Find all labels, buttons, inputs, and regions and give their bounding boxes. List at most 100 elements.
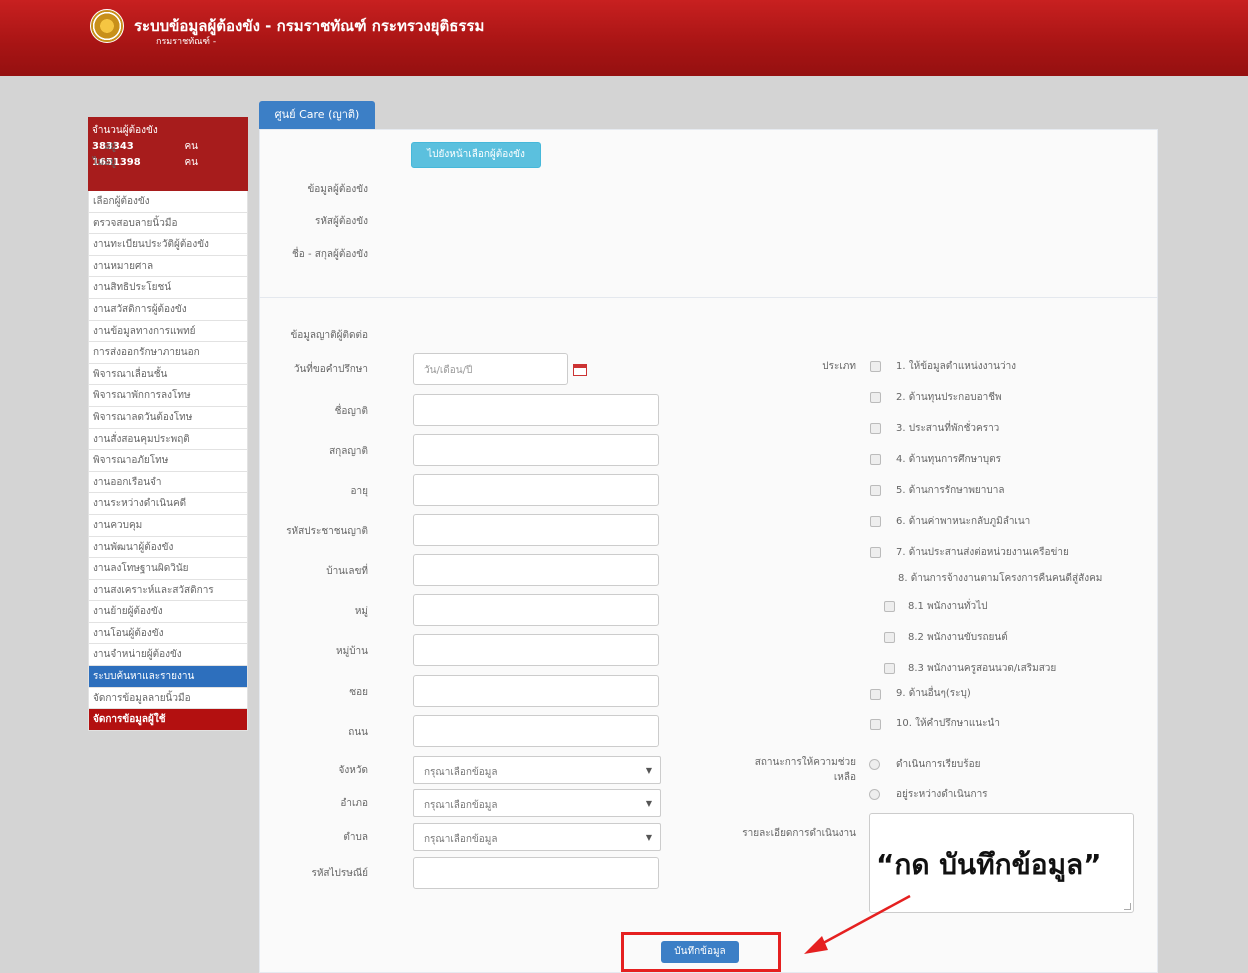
sidebar-item[interactable]: งานสั่งสอนคุมประพฤติ <box>88 428 248 451</box>
save-highlight-box <box>621 932 781 972</box>
calendar-icon[interactable] <box>573 364 587 376</box>
present-label: อยู่ <box>104 141 116 152</box>
sidebar-item[interactable]: การส่งออกรักษาภายนอก <box>88 342 248 364</box>
type-option-label: 6. ด้านค่าพาหนะกลับภูมิลำเนา <box>896 516 1031 527</box>
type-option-label: 7. ด้านประสานส่งต่อหน่วยงานเครือข่าย <box>896 547 1069 558</box>
subdistrict-select[interactable]: กรุณาเลือกข้อมูล ▼ <box>413 823 661 851</box>
chevron-down-icon: ▼ <box>645 766 652 775</box>
department-seal-icon <box>90 9 124 43</box>
field-label: ชื่อญาติ <box>334 406 368 417</box>
app-header: ระบบข้อมูลผู้ต้องขัง - กรมราชทัณฑ์ กระทร… <box>0 0 1248 76</box>
field-label: ซอย <box>349 687 368 698</box>
sidebar-item[interactable]: พิจารณาพักการลงโทษ <box>88 385 248 407</box>
inmate-stats: จำนวนผู้ต้องขัง อยู่ 383343 คน ไม่อยู่ 1… <box>88 117 248 191</box>
sub-option-label: 8.1 พนักงานทั่วไป <box>908 601 988 612</box>
sidebar-item[interactable]: งานจำหน่ายผู้ต้องขัง <box>88 644 248 667</box>
relative-field-input[interactable] <box>413 715 659 747</box>
relative-field-input[interactable] <box>413 514 659 546</box>
section-divider <box>259 297 1158 298</box>
postcode-label: รหัสไปรษณีย์ <box>311 868 368 879</box>
sidebar-item[interactable]: งานออกเรือนจำ <box>88 471 248 494</box>
type-option-checkbox[interactable] <box>870 516 881 527</box>
province-select[interactable]: กรุณาเลือกข้อมูล ▼ <box>413 756 661 784</box>
sidebar-item[interactable]: งานย้ายผู้ต้องขัง <box>88 601 248 623</box>
postcode-input[interactable] <box>413 857 659 889</box>
type-option-label: 4. ด้านทุนการศึกษาบุตร <box>896 454 1001 465</box>
sidebar-item[interactable]: จัดการข้อมูลลายนิ้วมือ <box>88 687 248 710</box>
status-done-label: ดำเนินการเรียบร้อย <box>896 759 981 770</box>
sidebar-item[interactable]: ระบบค้นหาและรายงาน <box>88 666 248 688</box>
relative-field-input[interactable] <box>413 634 659 666</box>
type-option-checkbox[interactable] <box>870 547 881 558</box>
field-label: หมู่บ้าน <box>336 646 368 657</box>
sidebar-item[interactable]: งานหมายศาล <box>88 255 248 278</box>
sub-option-checkbox[interactable] <box>884 632 895 643</box>
type-option-label: 3. ประสานที่พักชั่วคราว <box>896 423 1000 434</box>
relative-field-input[interactable] <box>413 554 659 586</box>
sidebar-item[interactable]: งานโอนผู้ต้องขัง <box>88 622 248 645</box>
status-label-line2: เหลือ <box>833 772 856 783</box>
type-option-label: 1. ให้ข้อมูลตำแหน่งงานว่าง <box>896 361 1017 372</box>
field-label: สกุลญาติ <box>329 446 368 457</box>
chevron-down-icon: ▼ <box>645 799 652 808</box>
sub-option-checkbox[interactable] <box>884 663 895 674</box>
type-option-label: 5. ด้านการรักษาพยาบาล <box>896 485 1005 496</box>
field-label: รหัสประชาชนญาติ <box>286 526 368 537</box>
relative-field-input[interactable] <box>413 594 659 626</box>
resize-grip-icon[interactable] <box>1124 903 1131 910</box>
inmate-id-label: รหัสผู้ต้องขัง <box>314 216 368 227</box>
sidebar-item[interactable]: พิจารณาอภัยโทษ <box>88 450 248 472</box>
relative-field-input[interactable] <box>413 394 659 426</box>
district-label: อำเภอ <box>340 798 368 809</box>
sidebar-menu: เลือกผู้ต้องขัง ตรวจสอบลายนิ้วมือ งานทะเบี… <box>88 191 248 731</box>
status-done-radio[interactable] <box>869 759 880 770</box>
sidebar-item[interactable]: งานพัฒนาผู้ต้องขัง <box>88 536 248 559</box>
tab-care-relatives[interactable]: ศูนย์ Care (ญาติ) <box>259 101 375 129</box>
annotation-arrow-icon <box>804 894 911 954</box>
stats-title: จำนวนผู้ต้องขัง <box>92 125 158 136</box>
sidebar-item[interactable]: งานสงเคราะห์และสวัสดิการ <box>88 579 248 602</box>
sub-option-checkbox[interactable] <box>884 601 895 612</box>
goto-select-inmate-button[interactable]: ไปยังหน้าเลือกผู้ต้องขัง <box>411 142 541 168</box>
sub-option-label: 8.3 พนักงานครูสอนนวด/เสริมสวย <box>908 663 1057 674</box>
type-label: ประเภท <box>822 361 856 372</box>
type-option-checkbox[interactable] <box>870 361 881 372</box>
sidebar-item[interactable]: ตรวจสอบลายนิ้วมือ <box>88 212 248 235</box>
sub-option-label: 8.2 พนักงานขับรถยนต์ <box>908 632 1008 643</box>
type-option-checkbox[interactable] <box>870 485 881 496</box>
sidebar-item[interactable]: งานลงโทษฐานผิดวินัย <box>88 558 248 580</box>
type-option-checkbox[interactable] <box>870 392 881 403</box>
type-option-label: 2. ด้านทุนประกอบอาชีพ <box>896 392 1002 403</box>
sidebar-item[interactable]: งานข้อมูลทางการแพทย์ <box>88 320 248 343</box>
option-10-checkbox[interactable] <box>870 719 881 730</box>
sidebar-item[interactable]: งานสิทธิประโยชน์ <box>88 277 248 299</box>
sidebar-item[interactable]: งานสวัสดิการผู้ต้องขัง <box>88 298 248 321</box>
sidebar-item[interactable]: งานระหว่างดำเนินคดี <box>88 493 248 515</box>
sidebar: จำนวนผู้ต้องขัง อยู่ 383343 คน ไม่อยู่ 1… <box>88 117 248 731</box>
status-in-progress-radio[interactable] <box>869 789 880 800</box>
sidebar-item[interactable]: พิจารณาลดวันต้องโทษ <box>88 406 248 429</box>
option-8-header: 8. ด้านการจ้างงานตามโครงการคืนคนดีสู่สัง… <box>898 573 1103 584</box>
consult-date-input[interactable]: วัน/เดือน/ปี <box>413 353 568 385</box>
sidebar-item[interactable]: จัดการข้อมูลผู้ใช้ <box>88 709 248 731</box>
option-9-checkbox[interactable] <box>870 689 881 700</box>
option-10-label: 10. ให้คำปรึกษาแนะนำ <box>896 718 1000 729</box>
district-select[interactable]: กรุณาเลือกข้อมูล ▼ <box>413 789 661 817</box>
relative-field-input[interactable] <box>413 474 659 506</box>
subdistrict-value: กรุณาเลือกข้อมูล <box>424 834 498 845</box>
present-unit: คน <box>184 141 198 152</box>
sidebar-item[interactable]: งานควบคุม <box>88 514 248 537</box>
field-label: อายุ <box>350 486 368 497</box>
type-option-checkbox[interactable] <box>870 423 881 434</box>
sidebar-item[interactable]: งานทะเบียนประวัติผู้ต้องขัง <box>88 234 248 256</box>
province-value: กรุณาเลือกข้อมูล <box>424 767 498 778</box>
sidebar-item[interactable]: เลือกผู้ต้องขัง <box>88 191 248 213</box>
sidebar-item[interactable]: พิจารณาเลื่อนชั้น <box>88 363 248 386</box>
field-label: บ้านเลขที่ <box>326 566 368 577</box>
type-option-checkbox[interactable] <box>870 454 881 465</box>
app-subtitle: กรมราชทัณฑ์ - <box>156 37 217 47</box>
status-in-progress-label: อยู่ระหว่างดำเนินการ <box>896 789 988 800</box>
relative-field-input[interactable] <box>413 434 659 466</box>
relative-field-input[interactable] <box>413 675 659 707</box>
province-label: จังหวัด <box>338 765 368 776</box>
